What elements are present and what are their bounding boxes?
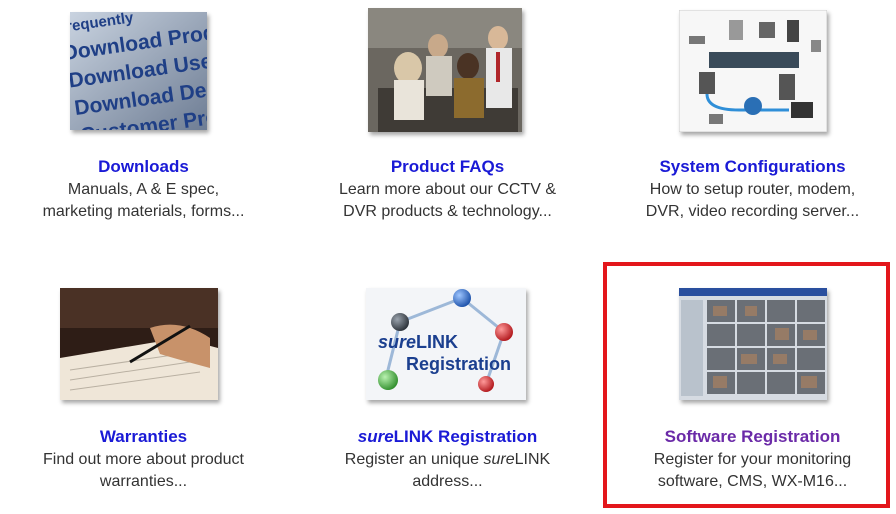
svg-text:sureLINK: sureLINK	[378, 332, 458, 352]
downloads-desc-line2: marketing materials, forms...	[42, 203, 245, 220]
software-registration-link[interactable]: Software Registration	[609, 427, 896, 447]
software-registration-desc-line1: Register for your monitoring	[653, 451, 852, 468]
product-faqs-desc-line2: DVR products & technology...	[343, 203, 552, 220]
product-faqs-thumbnail[interactable]	[368, 8, 522, 132]
surelink-desc-post: LINK	[514, 451, 551, 468]
tile-software-registration: Software Registration Register for your …	[609, 270, 896, 510]
surelink-title-rest: LINK Registration	[393, 427, 538, 446]
surelink-title-italic: sure	[357, 427, 394, 446]
surelink-image-text-italic: sure	[378, 332, 416, 352]
surelink-image-text-line2: Registration	[406, 354, 511, 374]
surelink-desc-line1: Register an unique sureLINK	[304, 449, 591, 471]
warranties-thumbnail[interactable]	[60, 288, 218, 400]
software-registration-desc-line2: software, CMS, WX-M16...	[657, 473, 848, 490]
tile-downloads: Frequently Download Produ Download User …	[0, 0, 287, 250]
tile-warranties: Warranties Find out more about product w…	[0, 270, 287, 510]
tile-product-faqs: Product FAQs Learn more about our CCTV &…	[304, 0, 591, 250]
product-faqs-link[interactable]: Product FAQs	[304, 157, 591, 177]
software-registration-thumbnail[interactable]	[679, 288, 827, 400]
surelink-desc-italic: sure	[483, 451, 515, 468]
downloads-thumbnail[interactable]: Frequently Download Produ Download User …	[70, 12, 207, 130]
surelink-desc-line2: address...	[412, 473, 483, 490]
surelink-thumbnail[interactable]: sureLINK Registration	[366, 288, 526, 400]
tile-system-configurations: System Configurations How to setup route…	[609, 0, 896, 250]
warranties-link[interactable]: Warranties	[0, 427, 287, 447]
surelink-image-text-rest: LINK	[416, 332, 458, 352]
surelink-registration-link[interactable]: sureLINK Registration	[304, 427, 591, 447]
downloads-desc-line1: Manuals, A & E spec,	[67, 181, 220, 198]
product-faqs-desc-line1: Learn more about our CCTV &	[339, 181, 556, 198]
system-configurations-thumbnail[interactable]	[679, 10, 827, 132]
system-configurations-desc-line2: DVR, video recording server...	[645, 203, 860, 220]
system-configurations-desc-line1: How to setup router, modem,	[649, 181, 856, 198]
surelink-desc-pre: Register an unique	[344, 451, 484, 468]
tile-surelink-registration: sureLINK Registration sureLINK Registrat…	[304, 270, 591, 510]
warranties-desc-line2: warranties...	[99, 473, 188, 490]
downloads-link[interactable]: Downloads	[0, 157, 287, 177]
warranties-desc-line1: Find out more about product	[42, 451, 244, 468]
system-configurations-link[interactable]: System Configurations	[609, 157, 896, 177]
